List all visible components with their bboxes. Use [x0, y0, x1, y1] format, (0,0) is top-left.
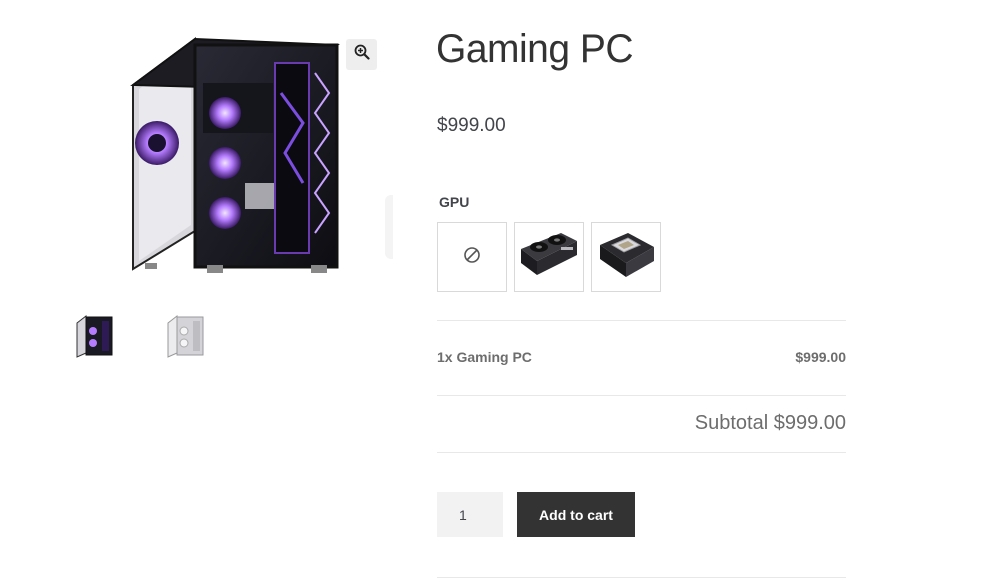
gallery-next-edge	[385, 195, 393, 259]
subtotal: Subtotal $999.00	[694, 412, 846, 434]
quantity-input[interactable]	[437, 492, 503, 537]
gpu-swatch-list	[437, 222, 661, 292]
swatch-gpu-chip[interactable]	[591, 222, 661, 292]
thumbnail-gaming-pc-white[interactable]	[165, 313, 207, 359]
divider	[437, 577, 846, 578]
gpu-card-image	[517, 227, 581, 288]
swatch-none[interactable]	[437, 222, 507, 292]
divider	[437, 395, 846, 396]
product-title: Gaming PC	[436, 27, 634, 72]
divider	[437, 452, 846, 453]
line-item-label: 1x Gaming PC	[437, 349, 532, 365]
product-main-image[interactable]	[125, 33, 345, 281]
product-price: $999.00	[437, 115, 506, 136]
thumbnail-gaming-pc-dark[interactable]	[74, 313, 116, 359]
divider	[437, 320, 846, 321]
line-item-price: $999.00	[795, 349, 846, 365]
magnify-plus-icon	[354, 44, 370, 65]
add-to-cart-button[interactable]: Add to cart	[517, 492, 635, 537]
gpu-attribute-label: GPU	[439, 194, 470, 210]
swatch-gpu-card[interactable]	[514, 222, 584, 292]
no-selection-icon	[463, 246, 481, 269]
zoom-button[interactable]	[346, 39, 377, 70]
gpu-chip-image	[594, 227, 658, 288]
